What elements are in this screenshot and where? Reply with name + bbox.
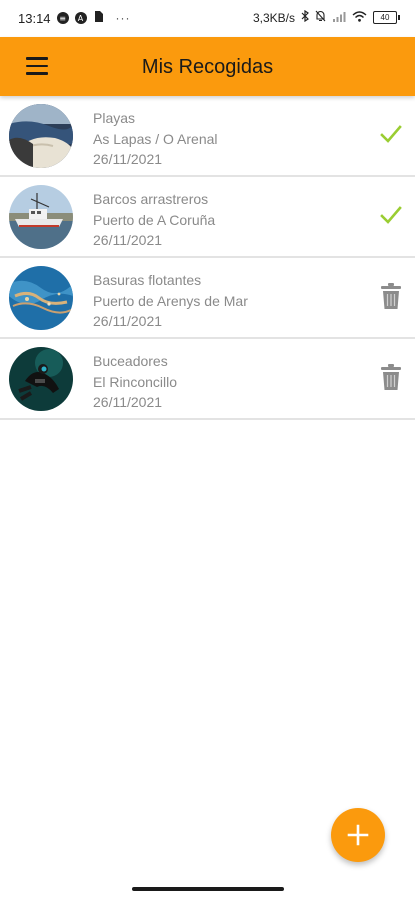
item-text: Buceadores El Rinconcillo 26/11/2021 <box>93 351 177 413</box>
add-collection-button[interactable] <box>331 808 385 862</box>
diver-thumbnail <box>9 347 73 411</box>
battery-icon: 40 <box>373 11 400 24</box>
app-bar: Mis Recogidas <box>0 37 415 96</box>
item-category: Basuras flotantes <box>93 272 202 288</box>
collections-list: Playas As Lapas / O Arenal 26/11/2021 Ba <box>0 96 415 420</box>
trash-icon[interactable] <box>377 363 405 391</box>
status-right: 3,3KB/s 40 <box>252 9 400 25</box>
sim-notification-icon <box>93 10 104 26</box>
check-icon[interactable] <box>377 201 405 229</box>
plus-icon <box>347 824 369 846</box>
spotify-icon: ≡ <box>56 12 69 24</box>
item-date: 26/11/2021 <box>93 151 163 167</box>
item-location: As Lapas / O Arenal <box>93 130 218 147</box>
item-category: Playas <box>93 110 136 126</box>
item-category: Buceadores <box>93 353 168 369</box>
more-notifications-icon: ··· <box>115 11 131 25</box>
list-item[interactable]: Barcos arrastreros Puerto de A Coruña 26… <box>0 177 415 258</box>
page-title: Mis Recogidas <box>141 56 274 78</box>
network-speed: 3,3KB/s <box>252 10 295 25</box>
item-text: Playas As Lapas / O Arenal 26/11/2021 <box>93 108 218 170</box>
beach-thumbnail <box>9 104 73 168</box>
wifi-icon <box>352 10 367 25</box>
item-text: Basuras flotantes Puerto de Arenys de Ma… <box>93 270 248 332</box>
item-date: 26/11/2021 <box>93 394 163 410</box>
item-date: 26/11/2021 <box>93 232 163 248</box>
item-category: Barcos arrastreros <box>93 191 209 207</box>
check-icon[interactable] <box>377 120 405 148</box>
list-item[interactable]: Buceadores El Rinconcillo 26/11/2021 <box>0 339 415 420</box>
gesture-navigation-bar[interactable] <box>132 887 284 891</box>
item-location: Puerto de Arenys de Mar <box>93 292 248 309</box>
item-location: El Rinconcillo <box>93 373 178 390</box>
item-text: Barcos arrastreros Puerto de A Coruña 26… <box>93 189 215 251</box>
bluetooth-icon <box>301 9 309 25</box>
list-item[interactable]: Basuras flotantes Puerto de Arenys de Ma… <box>0 258 415 339</box>
trash-icon[interactable] <box>377 282 405 310</box>
item-date: 26/11/2021 <box>93 313 163 329</box>
mute-bell-icon <box>315 10 326 25</box>
status-left: 13:14 ≡ A ··· <box>18 10 131 26</box>
list-item[interactable]: Playas As Lapas / O Arenal 26/11/2021 <box>0 96 415 177</box>
item-location: Puerto de A Coruña <box>93 211 216 228</box>
floating-trash-thumbnail <box>9 266 73 330</box>
signal-icon <box>332 11 346 25</box>
status-time: 13:14 <box>18 10 51 26</box>
status-bar: 13:14 ≡ A ··· 3,3KB/s 40 <box>0 0 415 37</box>
trawler-thumbnail <box>9 185 73 249</box>
app-notification-icon: A <box>74 12 87 24</box>
